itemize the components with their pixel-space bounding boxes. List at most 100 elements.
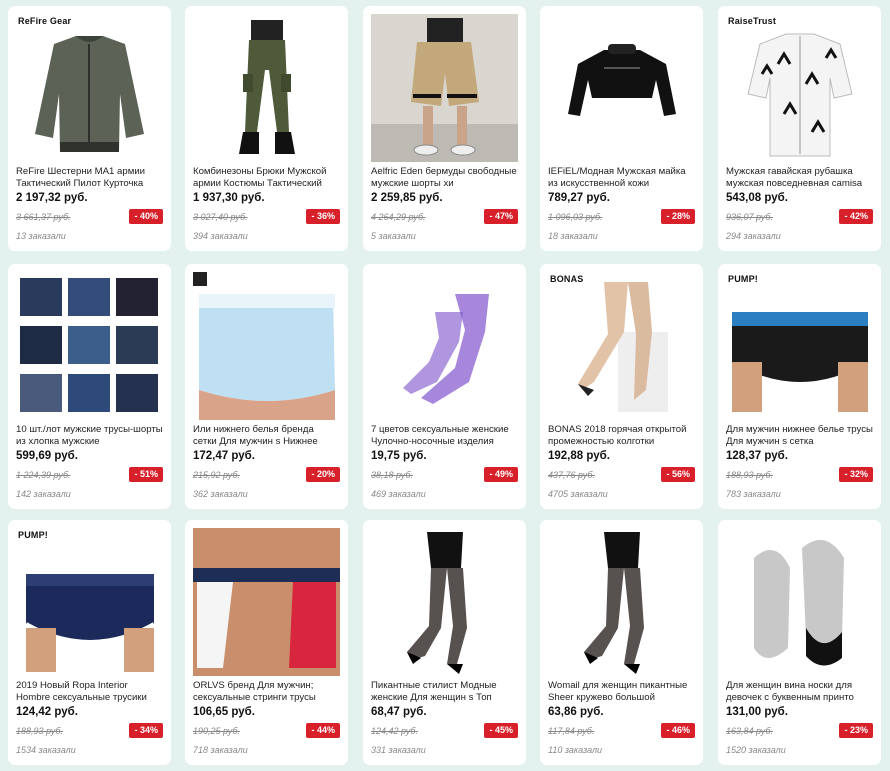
price-row: 3 027,40 руб. - 36% xyxy=(193,209,340,224)
product-image[interactable] xyxy=(548,528,695,676)
socks-image xyxy=(726,528,873,676)
product-image[interactable] xyxy=(371,272,518,420)
product-card[interactable]: Womail для женщин пикантные Sheer кружев… xyxy=(540,520,703,765)
product-image[interactable]: PUMP! xyxy=(726,272,873,420)
product-image[interactable] xyxy=(371,528,518,676)
shorts-image xyxy=(371,14,518,162)
discount-badge: - 32% xyxy=(839,467,873,482)
product-price: 128,37 руб. xyxy=(726,450,788,462)
product-card[interactable]: PUMP! 2019 Новый Ropa Interior Hombre сек… xyxy=(8,520,171,765)
discount-badge: - 45% xyxy=(484,723,518,738)
product-title[interactable]: IEFiEL/Модная Мужская майка из искусстве… xyxy=(548,166,695,190)
orders-count: 1520 заказали xyxy=(726,745,786,755)
brand-logo: PUMP! xyxy=(728,274,758,284)
old-price: 437,76 руб. xyxy=(548,469,595,480)
old-price: 38,18 руб. xyxy=(371,469,413,480)
navy-briefs-image xyxy=(16,528,163,676)
brand-logo: PUMP! xyxy=(18,530,48,540)
product-title[interactable]: 10 шт./лот мужские трусы-шорты из хлопка… xyxy=(16,424,163,448)
product-card[interactable]: IEFiEL/Модная Мужская майка из искусстве… xyxy=(540,6,703,251)
price-row: 188,93 руб. - 34% xyxy=(16,723,163,738)
product-price: 131,00 руб. xyxy=(726,706,788,718)
product-image[interactable] xyxy=(193,272,340,420)
product-title[interactable]: Для женщин вина носки для девочек с букв… xyxy=(726,680,873,704)
product-image[interactable]: ReFire Gear xyxy=(16,14,163,162)
product-price: 1 937,30 руб. xyxy=(193,192,265,204)
product-title[interactable]: Womail для женщин пикантные Sheer кружев… xyxy=(548,680,695,704)
mesh-boxer-image xyxy=(193,272,340,420)
product-title[interactable]: 7 цветов сексуальные женские Чулочно-нос… xyxy=(371,424,518,448)
discount-badge: - 23% xyxy=(839,723,873,738)
product-card[interactable]: ORLVS бренд Для мужчин; сексуальные стри… xyxy=(185,520,348,765)
dotted-stockings-image xyxy=(548,528,695,676)
boxers-set-image xyxy=(16,272,163,420)
product-card[interactable]: Пикантные стилист Модные женские Для жен… xyxy=(363,520,526,765)
discount-badge: - 36% xyxy=(306,209,340,224)
orders-count: 294 заказали xyxy=(726,231,781,241)
old-price: 188,93 руб. xyxy=(16,725,63,736)
fishnet-stockings-image xyxy=(371,272,518,420)
product-title[interactable]: 2019 Новый Ropa Interior Hombre сексуаль… xyxy=(16,680,163,704)
product-title[interactable]: Мужская гавайская рубашка мужская повсед… xyxy=(726,166,873,190)
product-image[interactable]: RaiseTrust xyxy=(726,14,873,162)
product-image[interactable]: PUMP! xyxy=(16,528,163,676)
orders-count: 331 заказали xyxy=(371,745,426,755)
product-image[interactable] xyxy=(548,14,695,162)
leather-top-image xyxy=(548,14,695,162)
product-image[interactable]: BONAS xyxy=(548,272,695,420)
orders-count: 5 заказали xyxy=(371,231,416,241)
product-card[interactable]: PUMP! Для мужчин нижнее белье трусы Для м… xyxy=(718,264,881,509)
product-title[interactable]: Комбинезоны Брюки Мужской армии Костюмы … xyxy=(193,166,340,190)
product-card[interactable]: Комбинезоны Брюки Мужской армии Костюмы … xyxy=(185,6,348,251)
jockstrap-image xyxy=(193,528,340,676)
product-card[interactable]: RaiseTrust Мужская гавайская рубашка мужс… xyxy=(718,6,881,251)
product-card[interactable]: BONAS BONAS 2018 горячая открытой промежн… xyxy=(540,264,703,509)
old-price: 117,84 руб. xyxy=(548,725,595,736)
old-price: 190,25 руб. xyxy=(193,725,240,736)
product-card[interactable]: 10 шт./лот мужские трусы-шорты из хлопка… xyxy=(8,264,171,509)
product-card[interactable]: Для женщин вина носки для девочек с букв… xyxy=(718,520,881,765)
product-image[interactable] xyxy=(193,528,340,676)
product-image[interactable] xyxy=(371,14,518,162)
product-title[interactable]: Aelfric Eden бермуды свободные мужские ш… xyxy=(371,166,518,190)
price-row: 3 661,37 руб. - 40% xyxy=(16,209,163,224)
product-price: 599,69 руб. xyxy=(16,450,78,462)
product-card[interactable]: ReFire Gear ReFire Шестерни MA1 армии Так… xyxy=(8,6,171,251)
discount-badge: - 20% xyxy=(306,467,340,482)
old-price: 188,93 руб. xyxy=(726,469,773,480)
product-price: 2 259,85 руб. xyxy=(371,192,443,204)
orders-count: 362 заказали xyxy=(193,489,248,499)
old-price: 3 661,37 руб. xyxy=(16,211,71,222)
orders-count: 13 заказали xyxy=(16,231,66,241)
product-title[interactable]: ORLVS бренд Для мужчин; сексуальные стри… xyxy=(193,680,340,704)
product-price: 789,27 руб. xyxy=(548,192,610,204)
product-title[interactable]: BONAS 2018 горячая открытой промежностью… xyxy=(548,424,695,448)
product-title[interactable]: Для мужчин нижнее белье трусы Для мужчин… xyxy=(726,424,873,448)
product-image[interactable] xyxy=(193,14,340,162)
product-card[interactable]: Или нижнего белья бренда сетки Для мужчи… xyxy=(185,264,348,509)
briefs-image xyxy=(726,272,873,420)
product-card[interactable]: Aelfric Eden бермуды свободные мужские ш… xyxy=(363,6,526,251)
product-title[interactable]: Пикантные стилист Модные женские Для жен… xyxy=(371,680,518,704)
product-title[interactable]: Или нижнего белья бренда сетки Для мужчи… xyxy=(193,424,340,448)
discount-badge: - 44% xyxy=(306,723,340,738)
product-price: 543,08 руб. xyxy=(726,192,788,204)
product-price: 192,88 руб. xyxy=(548,450,610,462)
pantyhose-image xyxy=(548,272,695,420)
orders-count: 4705 заказали xyxy=(548,489,608,499)
product-card[interactable]: 7 цветов сексуальные женские Чулочно-нос… xyxy=(363,264,526,509)
orders-count: 1534 заказали xyxy=(16,745,76,755)
price-row: 437,76 руб. - 56% xyxy=(548,467,695,482)
product-title[interactable]: ReFire Шестерни MA1 армии Тактический Пи… xyxy=(16,166,163,190)
price-row: 163,84 руб. - 23% xyxy=(726,723,873,738)
dotted-stockings-image xyxy=(371,528,518,676)
product-price: 124,42 руб. xyxy=(16,706,78,718)
old-price: 1 224,39 руб. xyxy=(16,469,71,480)
price-row: 117,84 руб. - 46% xyxy=(548,723,695,738)
product-price: 172,47 руб. xyxy=(193,450,255,462)
discount-badge: - 49% xyxy=(484,467,518,482)
product-image[interactable] xyxy=(726,528,873,676)
product-image[interactable] xyxy=(16,272,163,420)
price-row: 215,92 руб. - 20% xyxy=(193,467,340,482)
old-price: 163,84 руб. xyxy=(726,725,773,736)
